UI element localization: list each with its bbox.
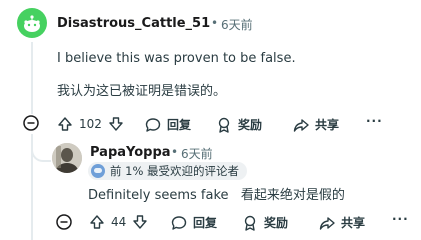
award-label: 奖励 bbox=[238, 118, 263, 132]
thread-branch bbox=[31, 140, 51, 162]
more-options-button[interactable]: ··· bbox=[392, 212, 409, 226]
reply-button[interactable]: 回复 bbox=[145, 116, 191, 133]
collapse-button[interactable] bbox=[56, 214, 72, 230]
comment-bubble-icon bbox=[145, 117, 161, 132]
award-label: 奖励 bbox=[264, 216, 289, 230]
downvote-icon[interactable] bbox=[132, 214, 148, 230]
flair-icon bbox=[91, 164, 105, 178]
share-button[interactable]: 共享 bbox=[319, 214, 365, 231]
thread-line bbox=[31, 42, 33, 114]
comment-username[interactable]: PapaYoppa bbox=[90, 145, 171, 160]
reply-button[interactable]: 回复 bbox=[171, 214, 217, 231]
vote-controls: 44 bbox=[89, 214, 148, 230]
share-arrow-icon bbox=[319, 216, 335, 230]
separator-dot: • bbox=[211, 16, 219, 30]
comment-timestamp[interactable]: 6天前 bbox=[181, 145, 213, 162]
upvote-icon[interactable] bbox=[89, 214, 105, 230]
snoo-avatar-icon bbox=[24, 15, 40, 32]
user-flair: 前 1% 最受欢迎的评论者 bbox=[88, 162, 248, 180]
comment-username[interactable]: Disastrous_Cattle_51 bbox=[57, 16, 210, 31]
comment-bubble-icon bbox=[171, 215, 187, 230]
award-button[interactable]: 奖励 bbox=[216, 116, 262, 133]
upvote-icon[interactable] bbox=[57, 116, 73, 132]
reply-label: 回复 bbox=[167, 118, 192, 132]
comment-body-line: Definitely seems fake 看起来绝对是假的 bbox=[88, 188, 345, 203]
comment-body-line: 我认为这已被证明是错误的。 bbox=[57, 84, 227, 99]
minus-circle-icon bbox=[23, 115, 39, 131]
comment-timestamp[interactable]: 6天前 bbox=[221, 16, 253, 33]
avatar[interactable] bbox=[17, 8, 47, 38]
share-button[interactable]: 共享 bbox=[293, 116, 339, 133]
share-label: 共享 bbox=[315, 118, 340, 132]
share-arrow-icon bbox=[293, 118, 309, 132]
vote-score: 102 bbox=[79, 117, 102, 131]
more-options-button[interactable]: ··· bbox=[366, 114, 383, 128]
award-button[interactable]: 奖励 bbox=[242, 214, 288, 231]
share-label: 共享 bbox=[341, 216, 366, 230]
reply-label: 回复 bbox=[193, 216, 218, 230]
vote-controls: 102 bbox=[57, 116, 124, 132]
separator-dot: • bbox=[171, 145, 179, 159]
vote-score: 44 bbox=[111, 215, 127, 229]
user-photo-icon bbox=[52, 143, 82, 173]
comment-body-line: I believe this was proven to be false. bbox=[57, 51, 296, 66]
collapse-button[interactable] bbox=[23, 115, 39, 131]
flair-text: 前 1% 最受欢迎的评论者 bbox=[110, 164, 240, 178]
avatar[interactable] bbox=[52, 143, 82, 173]
award-icon bbox=[244, 215, 256, 231]
downvote-icon[interactable] bbox=[108, 116, 124, 132]
minus-circle-icon bbox=[56, 214, 72, 230]
award-icon bbox=[218, 117, 230, 133]
